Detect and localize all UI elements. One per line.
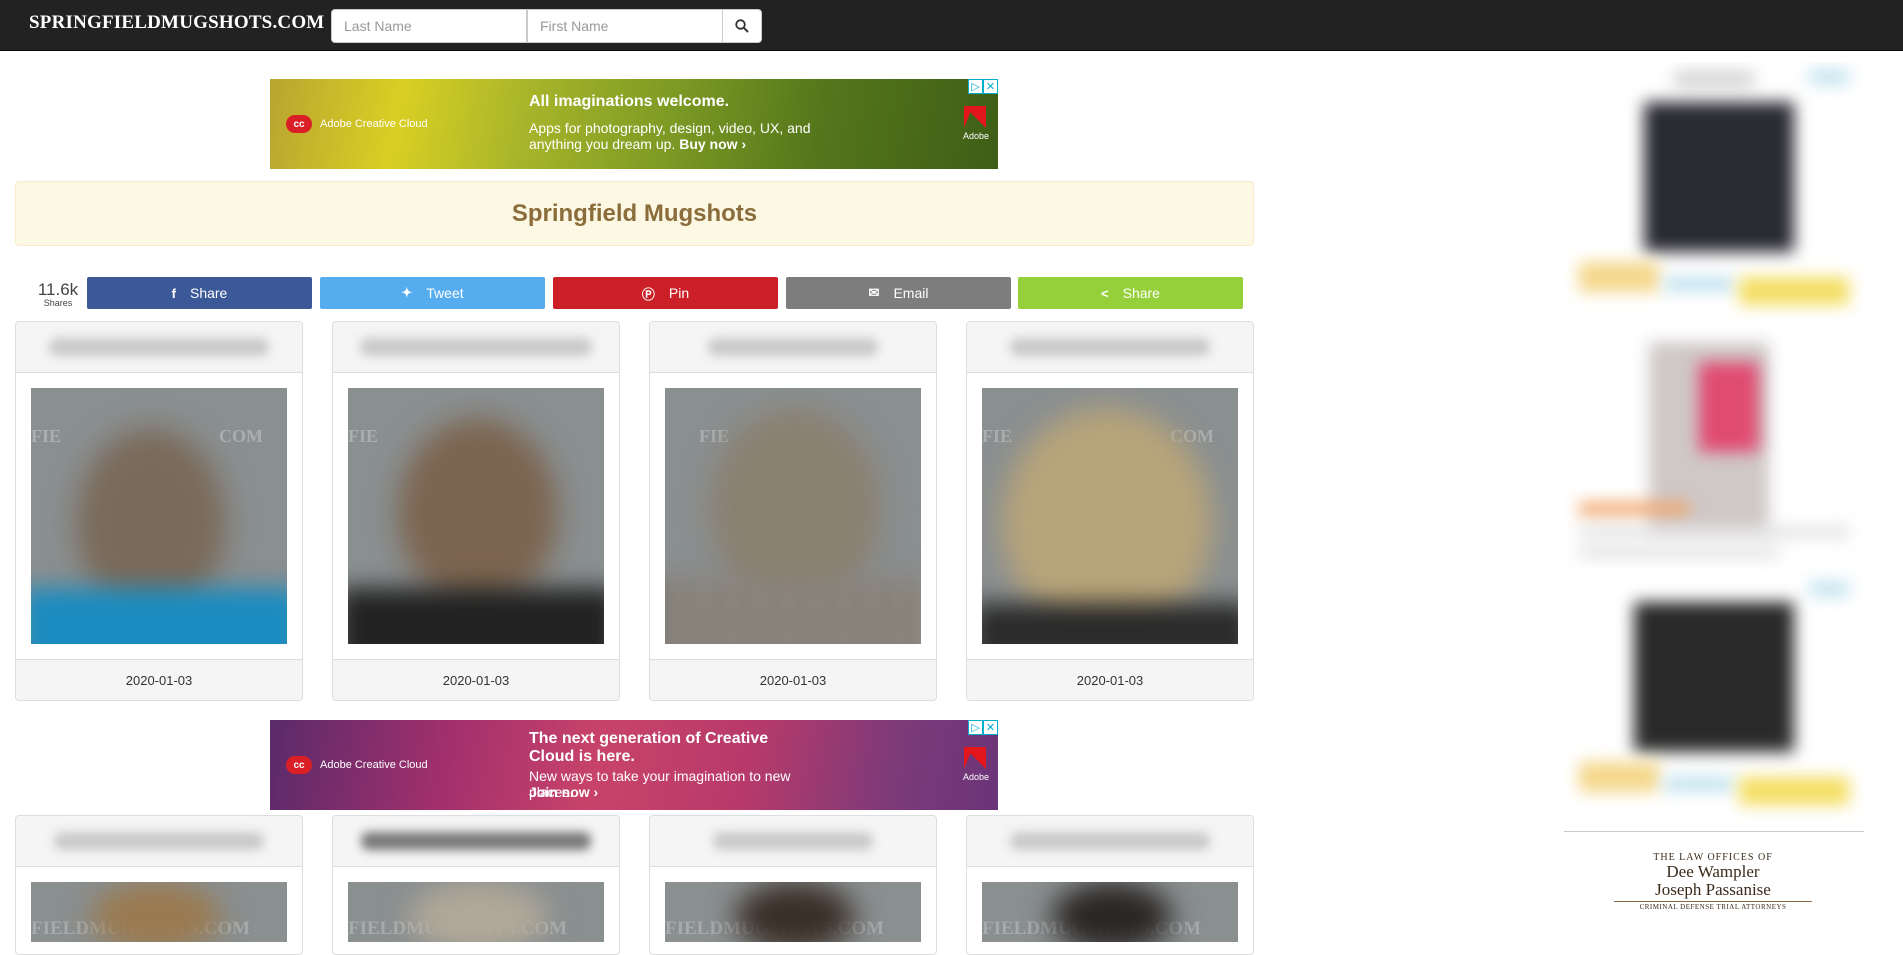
card-header	[967, 816, 1253, 867]
blurred-name	[708, 338, 878, 356]
blurred-name	[1010, 832, 1210, 850]
mugshot-photo[interactable]: FIELDMUGSHOTS.COM	[665, 882, 921, 942]
mugshot-date: 2020-01-03	[650, 659, 936, 700]
facebook-share-button[interactable]: f Share	[87, 277, 312, 309]
ad-headline: All imaginations welcome.	[529, 93, 730, 110]
top-navbar: SPRINGFIELDMUGSHOTS.COM	[0, 0, 1903, 51]
ad-brand: cc Adobe Creative Cloud	[286, 756, 428, 774]
pinterest-icon: Ⓟ	[641, 286, 655, 302]
page-title: Springfield Mugshots	[511, 199, 758, 227]
share-icon: <	[1101, 285, 1109, 301]
blurred-name	[54, 832, 264, 850]
sidebar-ad[interactable]	[1564, 62, 1864, 832]
bottom-ad-banner[interactable]: cc Adobe Creative Cloud The next generat…	[270, 720, 998, 810]
generic-share-button[interactable]: < Share	[1018, 277, 1243, 309]
mugshot-card[interactable]: FIELDMUGSHOTS.COM	[332, 815, 620, 955]
share-count: 11.6k Shares	[37, 280, 79, 308]
mugshot-card[interactable]: FIE COM 2020-01-03	[15, 321, 303, 701]
mugshot-date: 2020-01-03	[16, 659, 302, 700]
mugshot-photo[interactable]: FIE COM	[31, 388, 287, 644]
card-header	[16, 322, 302, 373]
mugshot-card[interactable]: FIE 2020-01-03	[649, 321, 937, 701]
mugshot-photo[interactable]: FIELDMUGSHOTS.COM	[982, 882, 1238, 942]
ad-body: Apps for photography, design, video, UX,…	[529, 120, 811, 152]
twitter-icon: ✦	[401, 285, 413, 300]
blurred-name	[361, 832, 591, 850]
ad-choices-icon[interactable]: ▷ ✕	[968, 79, 998, 94]
card-header	[650, 816, 936, 867]
adobe-logo-icon: Adobe	[963, 106, 989, 142]
site-brand[interactable]: SPRINGFIELDMUGSHOTS.COM	[29, 12, 324, 34]
mugshot-photo[interactable]: FIE	[348, 388, 604, 644]
last-name-input[interactable]	[331, 9, 527, 43]
card-header	[333, 322, 619, 373]
creative-cloud-icon: cc	[286, 115, 312, 133]
search-button[interactable]	[723, 9, 762, 43]
ad-headline: The next generation of Creative Cloud is…	[529, 730, 769, 765]
mugshot-card[interactable]: FIE COM 2020-01-03	[966, 321, 1254, 701]
mugshot-card[interactable]: FIELDMUGSHOTS.COM	[966, 815, 1254, 955]
first-name-input[interactable]	[527, 9, 723, 43]
search-form	[331, 9, 762, 43]
search-icon	[735, 19, 749, 33]
creative-cloud-icon: cc	[286, 756, 312, 774]
blurred-name	[713, 832, 873, 850]
law-office-ad[interactable]: THE LAW OFFICES OF Dee Wampler Joseph Pa…	[1614, 852, 1812, 911]
ad-cta[interactable]: Buy now ›	[679, 136, 746, 152]
email-share-button[interactable]: ✉ Email	[786, 277, 1011, 309]
mugshot-photo[interactable]: FIELDMUGSHOTS.COM	[348, 882, 604, 942]
card-header	[16, 816, 302, 867]
mugshot-photo[interactable]: FIE	[665, 388, 921, 644]
pinterest-pin-button[interactable]: Ⓟ Pin	[553, 277, 778, 309]
mugshot-date: 2020-01-03	[333, 659, 619, 700]
mugshot-card[interactable]: FIELDMUGSHOTS.COM	[649, 815, 937, 955]
ad-brand: cc Adobe Creative Cloud	[286, 115, 428, 133]
ad-cta[interactable]: Join now ›	[529, 784, 829, 800]
title-panel: Springfield Mugshots	[15, 181, 1254, 246]
top-ad-banner[interactable]: cc Adobe Creative Cloud All imaginations…	[270, 79, 998, 169]
adobe-logo-icon: Adobe	[963, 747, 989, 783]
blurred-name	[360, 338, 592, 356]
mugshot-card[interactable]: FIE 2020-01-03	[332, 321, 620, 701]
card-header	[967, 322, 1253, 373]
mugshot-photo[interactable]: FIELDMUGSHOTS.COM	[31, 882, 287, 942]
mugshot-photo[interactable]: FIE COM	[982, 388, 1238, 644]
mugshot-card[interactable]: FIELDMUGSHOTS.COM	[15, 815, 303, 955]
blurred-name	[49, 338, 269, 356]
email-icon: ✉	[868, 285, 880, 300]
card-header	[333, 816, 619, 867]
twitter-tweet-button[interactable]: ✦ Tweet	[320, 277, 545, 309]
card-header	[650, 322, 936, 373]
mugshot-date: 2020-01-03	[967, 659, 1253, 700]
ad-choices-icon[interactable]: ▷ ✕	[968, 720, 998, 735]
facebook-icon: f	[171, 285, 176, 301]
blurred-name	[1010, 338, 1210, 356]
